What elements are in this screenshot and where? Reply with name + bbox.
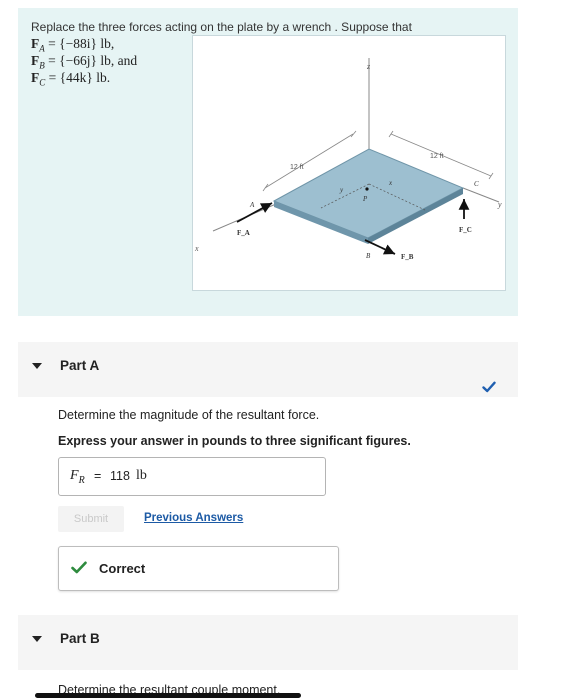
dim-tick xyxy=(488,172,494,180)
feedback-correct: Correct xyxy=(58,546,339,591)
dim-label-left: 12 ft xyxy=(290,164,304,171)
force-a-value: {−88i} lb, xyxy=(59,36,115,51)
part-b-label: Part B xyxy=(60,631,100,646)
dim-tick xyxy=(262,183,269,192)
force-c-label: F_C xyxy=(459,226,472,234)
submit-button[interactable]: Submit xyxy=(58,506,124,532)
z-axis-label: z xyxy=(366,62,371,71)
correct-label: Correct xyxy=(99,561,146,576)
y-axis-line xyxy=(462,187,500,203)
dim-tick xyxy=(350,130,357,138)
force-a-arrow xyxy=(236,202,273,223)
plate-diagram: z x y 12 ft 12 ft y x P A B C F_A F_B F_… xyxy=(194,58,502,261)
part-a-label: Part A xyxy=(60,358,100,373)
force-c-value: {44k} lb. xyxy=(59,70,111,85)
problem-intro: Replace the three forces acting on the p… xyxy=(31,20,412,34)
plate-figure: z x y 12 ft 12 ft y x P A B C F_A F_B F_… xyxy=(192,35,506,291)
collapse-caret-icon[interactable] xyxy=(32,636,42,642)
force-b-value: {−66j} lb, and xyxy=(59,53,138,68)
part-b-header[interactable]: Part B xyxy=(18,615,518,670)
part-a-instruction: Determine the magnitude of the resultant… xyxy=(58,408,320,422)
force-a-label: F_A xyxy=(237,229,250,237)
answer-var-sub: R xyxy=(78,474,85,486)
part-a-header[interactable]: Part A xyxy=(18,342,518,397)
force-b-eq: = xyxy=(44,53,60,68)
force-b-symbol: F xyxy=(31,53,40,68)
answer-value[interactable]: 118 xyxy=(110,469,130,483)
force-c-def: FC = {44k} lb. xyxy=(31,70,110,88)
force-c-symbol: F xyxy=(31,70,40,85)
problem-panel: Replace the three forces acting on the p… xyxy=(18,8,518,316)
x-axis-label: x xyxy=(194,244,199,253)
force-c-eq: = xyxy=(45,70,60,85)
point-b-label: B xyxy=(366,252,371,260)
answer-var-letter: F xyxy=(70,468,79,483)
force-a-symbol: F xyxy=(31,36,40,51)
home-indicator xyxy=(35,693,301,698)
previous-answers-link[interactable]: Previous Answers xyxy=(144,512,243,524)
force-b-def: FB = {−66j} lb, and xyxy=(31,53,137,71)
dim-tick xyxy=(388,130,394,138)
y-axis-label: y xyxy=(497,200,502,209)
point-a-label: A xyxy=(249,201,255,209)
part-a-hint: Express your answer in pounds to three s… xyxy=(58,434,411,448)
dim-label-right: 12 ft xyxy=(430,153,444,160)
point-p xyxy=(365,187,369,191)
force-a-def: FA = {−88i} lb, xyxy=(31,36,114,54)
collapse-caret-icon[interactable] xyxy=(32,363,42,369)
point-p-label: P xyxy=(362,195,368,203)
force-a-eq: = xyxy=(44,36,60,51)
correct-check-icon xyxy=(71,561,87,574)
force-b-label: F_B xyxy=(401,253,414,261)
part-a-complete-check-icon xyxy=(482,381,496,393)
answer-input[interactable]: FR = 118 lb xyxy=(58,457,326,496)
answer-equals: = xyxy=(94,469,102,483)
answer-unit: lb xyxy=(136,468,147,483)
answer-variable: FR xyxy=(70,468,85,486)
plate-top xyxy=(272,148,465,239)
point-c-label: C xyxy=(474,180,479,188)
